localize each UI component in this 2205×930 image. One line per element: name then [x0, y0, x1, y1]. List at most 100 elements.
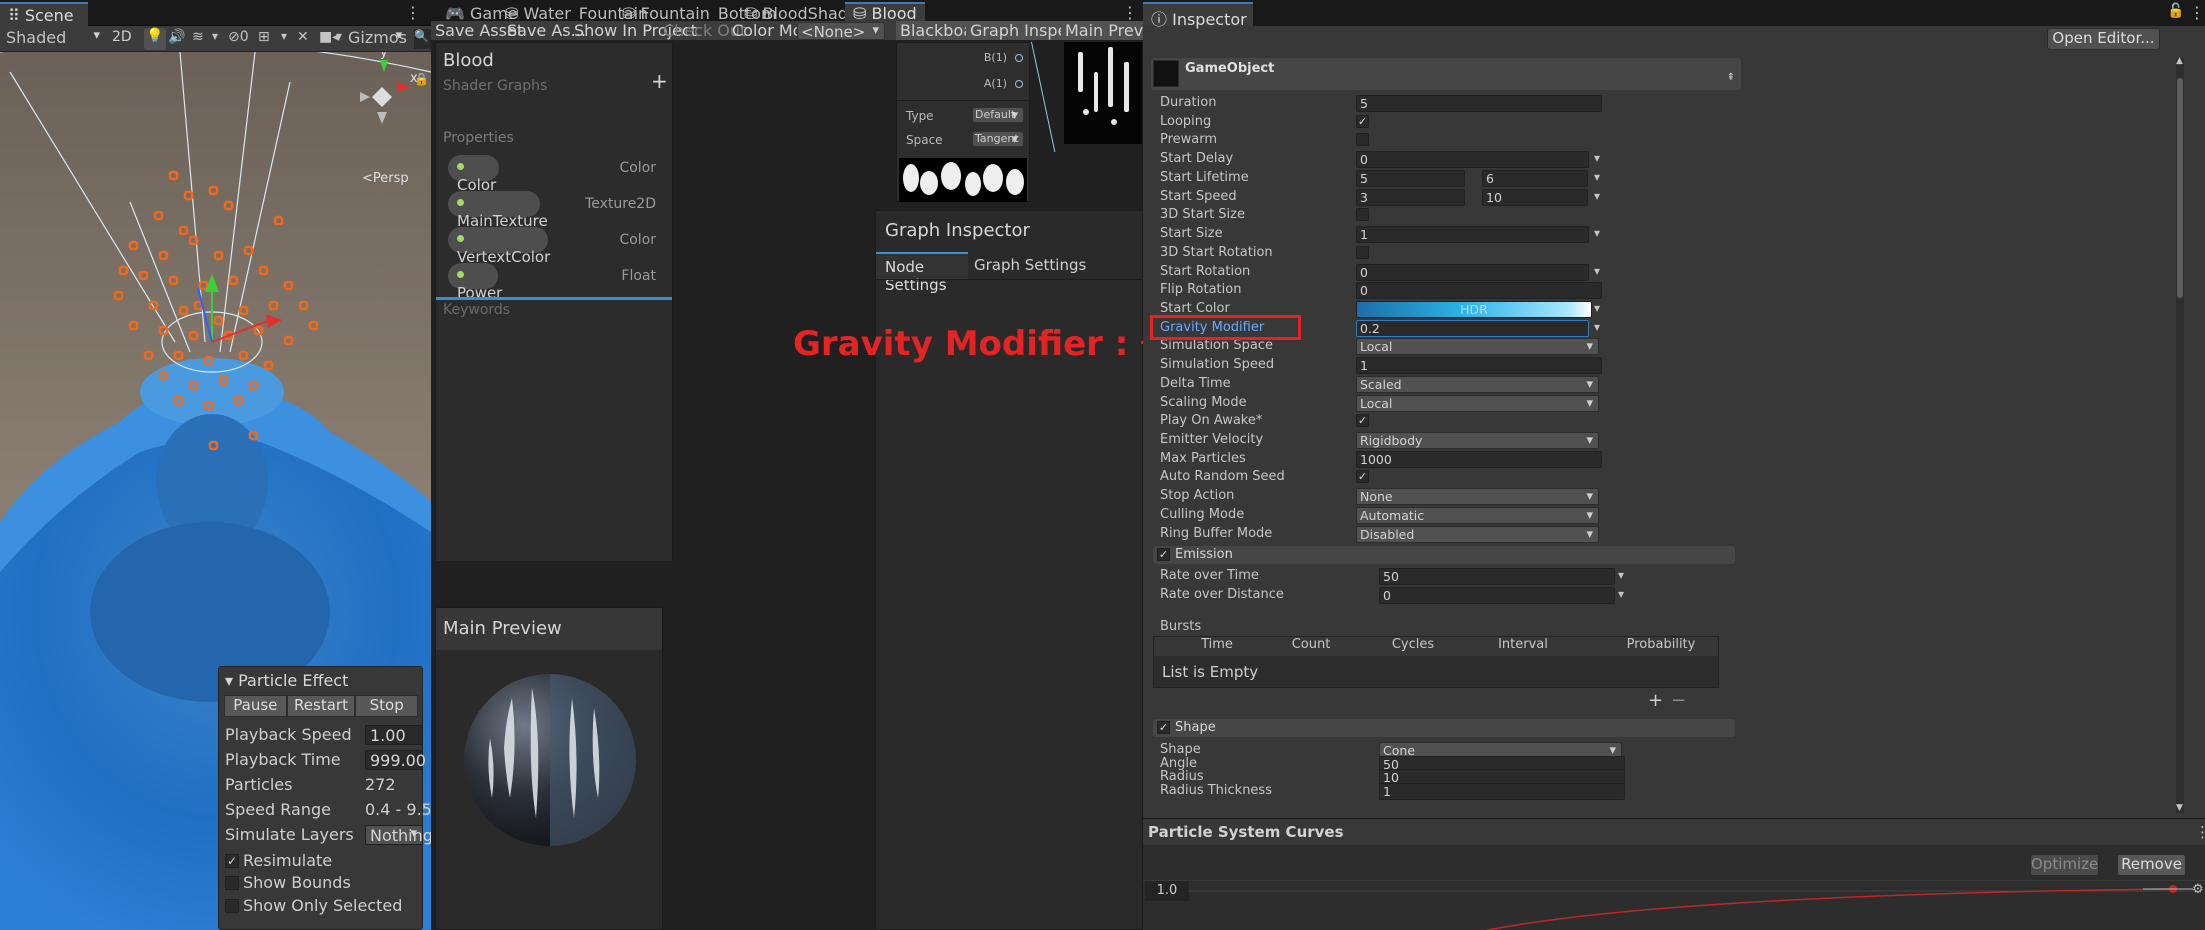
row-dropdown[interactable]: Scaled — [1356, 375, 1599, 393]
property-maintexture[interactable]: MainTexture — [448, 191, 548, 230]
remove-button[interactable]: Remove — [2117, 854, 2186, 876]
rate-over-time-input[interactable]: 50 — [1379, 568, 1615, 585]
preview-sphere[interactable] — [462, 668, 638, 852]
tab-node-settings[interactable]: Node Settings — [876, 252, 968, 294]
tab-graph-settings[interactable]: Graph Settings — [974, 256, 1086, 274]
more-menu-icon[interactable]: ⋮ — [405, 3, 421, 22]
curve-mode-dropdown-icon[interactable]: ▾ — [1594, 226, 1600, 240]
row-input[interactable]: 5 — [1356, 169, 1465, 187]
more-menu-icon[interactable]: ⋮ — [1122, 3, 1138, 22]
row-dropdown[interactable]: Local — [1356, 394, 1599, 412]
port-icon[interactable] — [1015, 54, 1023, 62]
grid-icon[interactable]: ⊞ — [258, 29, 270, 45]
curve-mode-dropdown-icon[interactable]: ▾ — [1618, 587, 1624, 601]
simulate-layers-dropdown[interactable]: Nothing — [365, 825, 433, 845]
row-dropdown[interactable]: None — [1356, 488, 1599, 506]
hidden-objects-icon[interactable]: ⊘0 — [228, 29, 249, 45]
effects-icon[interactable]: ≋ — [192, 29, 204, 45]
particle-effect-header[interactable]: ▾ Particle Effect — [225, 671, 348, 690]
curve-mode-dropdown-icon[interactable]: ▾ — [1594, 151, 1600, 165]
optimize-button[interactable]: Optimize — [2030, 854, 2099, 876]
row-input[interactable]: 0.2 — [1356, 319, 1589, 337]
rate-over-distance-input[interactable]: 0 — [1379, 587, 1615, 604]
property-power[interactable]: Power — [448, 263, 502, 302]
row-dropdown[interactable]: Automatic — [1356, 506, 1599, 524]
lock-icon[interactable]: 🔒 — [414, 72, 429, 86]
add-burst-button[interactable]: + — [1648, 690, 1663, 711]
row-checkbox[interactable] — [1356, 245, 1369, 259]
row-input[interactable]: 1 — [1379, 782, 1625, 800]
space-dropdown[interactable]: Tangent — [972, 131, 1024, 147]
row-input[interactable]: 3 — [1356, 188, 1465, 206]
curve-mode-dropdown-icon[interactable]: ▾ — [1594, 170, 1600, 184]
emission-header[interactable]: ✓ Emission — [1153, 546, 1735, 564]
settings-gear-icon[interactable]: ⚙ — [2192, 882, 2204, 897]
row-dropdown[interactable]: Disabled — [1356, 525, 1599, 543]
collapse-icon[interactable]: ⇞ — [1727, 72, 1735, 83]
lighting-icon[interactable]: 💡 — [144, 28, 166, 50]
open-editor-button[interactable]: Open Editor... — [2047, 28, 2160, 50]
grid-dropdown-icon[interactable]: ▾ — [281, 29, 287, 43]
scrollbar-thumb[interactable] — [2177, 78, 2183, 298]
scrollbar-down-icon[interactable]: ▼ — [2176, 803, 2183, 813]
row-input-max[interactable]: 6 — [1482, 169, 1588, 187]
row-dropdown[interactable]: Rigidbody — [1356, 432, 1599, 449]
emission-checkbox[interactable]: ✓ — [1157, 548, 1170, 561]
pause-button[interactable]: Pause — [224, 695, 287, 717]
row-input[interactable]: 0 — [1356, 263, 1589, 281]
shape-header[interactable]: ✓ Shape — [1153, 719, 1735, 737]
row-checkbox[interactable]: ✓ — [1356, 114, 1369, 128]
stop-button[interactable]: Stop — [355, 695, 418, 717]
effects-dropdown-icon[interactable]: ▾ — [212, 29, 218, 43]
add-property-button[interactable]: + — [651, 69, 668, 93]
curve-mode-dropdown-icon[interactable]: ▾ — [1594, 264, 1600, 278]
row-input[interactable]: 1 — [1356, 357, 1602, 375]
color-gradient-field[interactable]: HDR — [1356, 300, 1592, 318]
curve-editor[interactable] — [1143, 881, 2205, 930]
row-input[interactable]: 0 — [1356, 282, 1602, 300]
curve-mode-dropdown-icon[interactable]: ▾ — [1618, 568, 1624, 582]
row-checkbox[interactable]: ✓ — [1356, 414, 1369, 428]
shape-checkbox[interactable]: ✓ — [1157, 721, 1170, 734]
row-input-max[interactable]: 10 — [1482, 188, 1588, 206]
camera-dropdown-icon[interactable]: ▾ — [336, 29, 342, 43]
search-icon[interactable]: 🔍 — [414, 29, 431, 49]
gameobject-header[interactable]: GameObject ⇞ — [1151, 58, 1741, 90]
tools-icon[interactable]: ✕ — [297, 29, 309, 45]
more-menu-icon[interactable]: ⋮ — [2195, 823, 2205, 841]
property-color[interactable]: Color — [448, 155, 499, 194]
lock-icon[interactable]: 🔓 — [2167, 3, 2184, 19]
scrollbar-up-icon[interactable]: ▲ — [2176, 56, 2183, 66]
show-only-selected-checkbox[interactable] — [225, 899, 239, 913]
row-checkbox[interactable]: ✓ — [1356, 470, 1369, 484]
shading-mode-dropdown[interactable]: Shaded — [2, 28, 105, 50]
inspector-scrollbar[interactable] — [2176, 58, 2184, 813]
type-dropdown[interactable]: Default — [972, 107, 1024, 123]
property-vertextcolor[interactable]: VertextColor — [448, 227, 550, 266]
curve-mode-dropdown-icon[interactable]: ▾ — [1594, 320, 1600, 334]
show-bounds-checkbox[interactable] — [225, 876, 239, 890]
inspector-tab[interactable]: ⓘ Inspector — [1143, 2, 1253, 29]
playback-time-input[interactable]: 999.00 — [365, 750, 426, 770]
row-dropdown[interactable]: Local — [1356, 338, 1599, 356]
scene-tab[interactable]: ⠿ Scene — [0, 2, 88, 26]
curve-mode-dropdown-icon[interactable]: ▾ — [1594, 301, 1600, 315]
persp-label[interactable]: <Persp — [362, 171, 409, 186]
row-input[interactable]: 1000 — [1356, 450, 1602, 468]
2d-toggle[interactable]: 2D — [112, 29, 132, 45]
port-icon[interactable] — [1015, 80, 1023, 88]
resimulate-checkbox[interactable]: ✓ — [225, 854, 239, 868]
graph-node[interactable]: B(1) A(1) Type Default Space Tangent — [896, 42, 1031, 202]
curve-mode-dropdown-icon[interactable]: ▾ — [1594, 189, 1600, 203]
remove-burst-button[interactable]: − — [1671, 690, 1686, 711]
row-input[interactable]: 5 — [1356, 95, 1602, 112]
row-checkbox[interactable] — [1356, 133, 1369, 147]
row-checkbox[interactable] — [1356, 208, 1369, 222]
color-mode-dropdown[interactable]: <None> — [797, 22, 885, 41]
row-input[interactable]: 1 — [1356, 226, 1589, 243]
restart-button[interactable]: Restart — [286, 695, 356, 717]
row-input[interactable]: 0 — [1356, 151, 1589, 169]
gizmos-dropdown[interactable]: Gizmos — [345, 28, 407, 50]
playback-speed-input[interactable]: 1.00 — [365, 725, 423, 745]
audio-icon[interactable]: 🔊 — [168, 29, 185, 45]
